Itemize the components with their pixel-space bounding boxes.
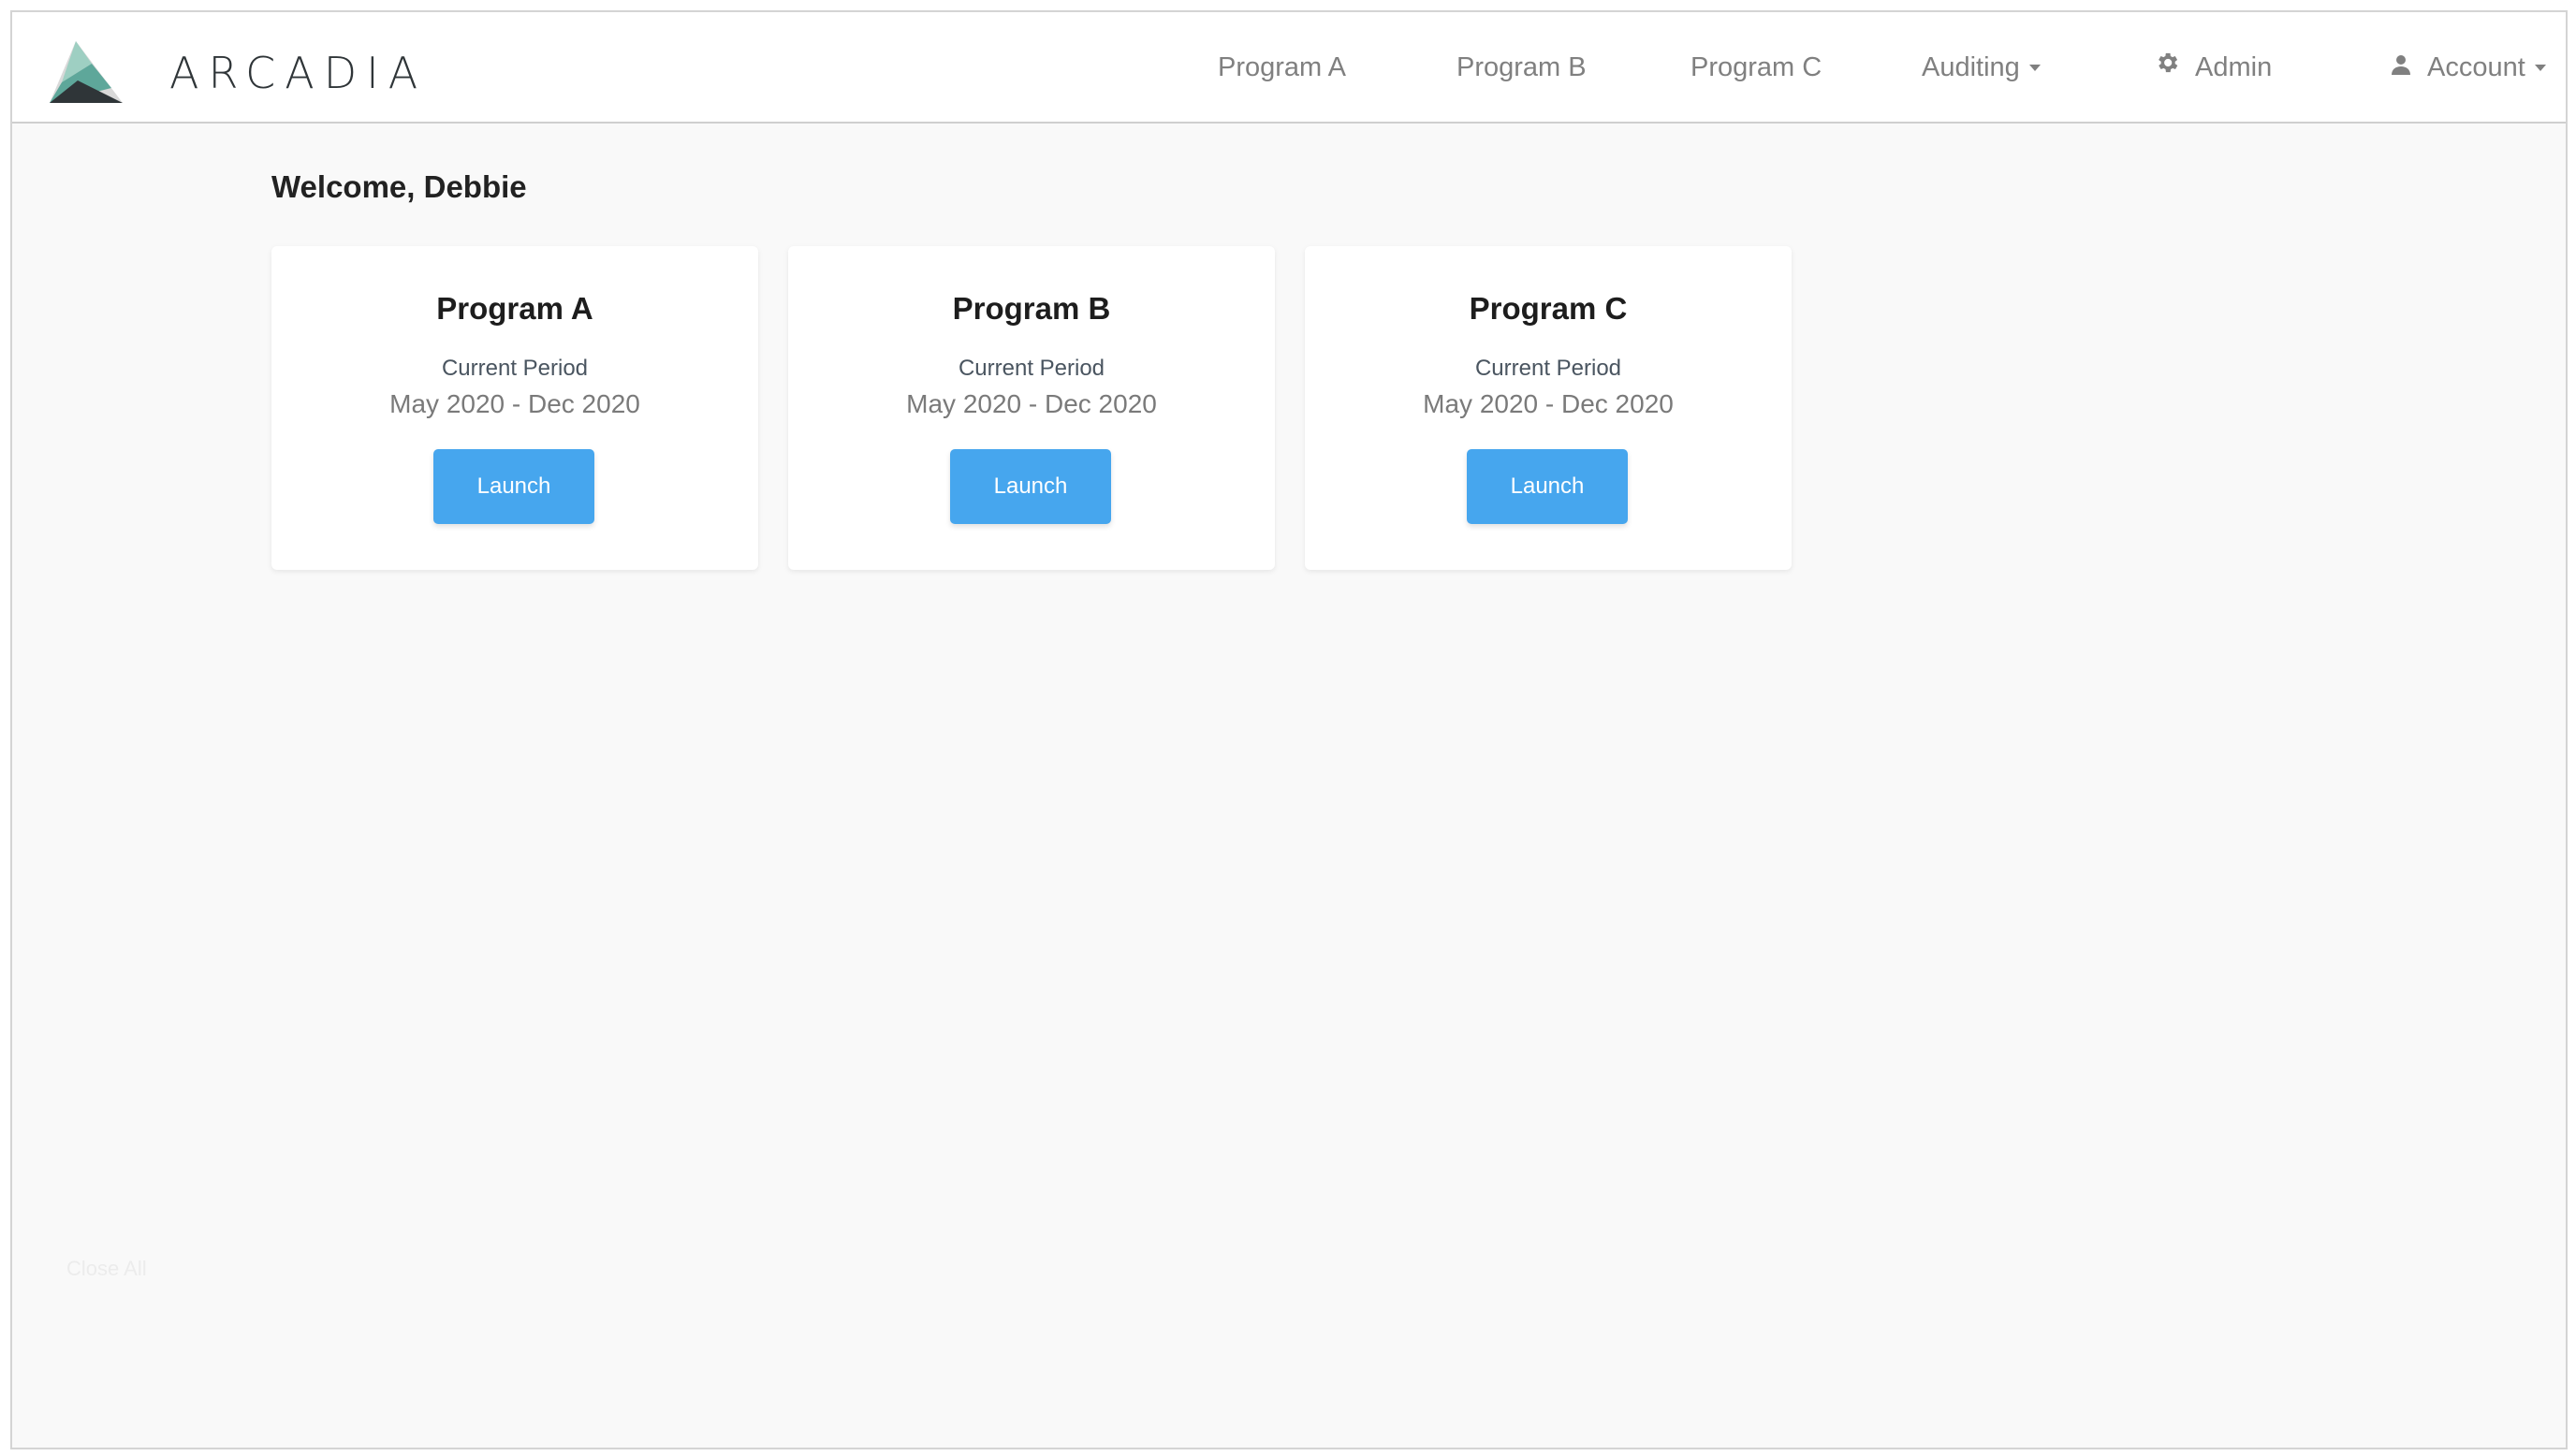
program-card: Program A Current Period May 2020 - Dec … <box>271 246 758 570</box>
nav-program-a[interactable]: Program A <box>1218 49 1346 86</box>
card-title: Program A <box>436 291 593 326</box>
launch-button[interactable]: Launch <box>950 449 1111 524</box>
card-title: Program B <box>952 291 1111 326</box>
nav-auditing-dropdown[interactable]: Auditing <box>1922 49 2041 86</box>
program-card: Program B Current Period May 2020 - Dec … <box>788 246 1275 570</box>
chevron-down-icon <box>2534 64 2546 71</box>
gear-icon <box>2154 49 2180 86</box>
card-period-label: Current Period <box>441 356 589 381</box>
welcome-heading: Welcome, Debbie <box>271 169 527 204</box>
top-navbar: ARCADIA Program A Program B Program C Au… <box>12 12 2566 124</box>
card-period-label: Current Period <box>958 356 1105 381</box>
nav-program-c-label: Program C <box>1690 52 1822 82</box>
nav-program-a-label: Program A <box>1218 52 1346 82</box>
nav-account-label: Account <box>2427 52 2525 82</box>
launch-button[interactable]: Launch <box>433 449 594 524</box>
launch-button[interactable]: Launch <box>1467 449 1628 524</box>
brand-name: ARCADIA <box>169 48 428 98</box>
card-period-value: May 2020 - Dec 2020 <box>389 389 640 418</box>
arcadia-mountain-icon <box>50 41 123 103</box>
card-period-value: May 2020 - Dec 2020 <box>1423 389 1674 418</box>
nav-auditing-label: Auditing <box>1922 52 2020 82</box>
card-period-label: Current Period <box>1474 356 1622 381</box>
nav-account-dropdown[interactable]: Account <box>2390 49 2546 86</box>
app-window: ARCADIA Program A Program B Program C Au… <box>10 10 2568 1449</box>
close-all-link[interactable]: Close All <box>66 1257 147 1281</box>
nav-admin-label: Admin <box>2195 52 2273 82</box>
card-title: Program C <box>1469 291 1628 326</box>
user-icon <box>2390 49 2412 86</box>
card-period-value: May 2020 - Dec 2020 <box>906 389 1157 418</box>
nav-program-c[interactable]: Program C <box>1690 49 1822 86</box>
nav-program-b-label: Program B <box>1456 52 1587 82</box>
program-card: Program C Current Period May 2020 - Dec … <box>1305 246 1792 570</box>
chevron-down-icon <box>2028 64 2041 71</box>
nav-program-b[interactable]: Program B <box>1456 49 1587 86</box>
nav-admin[interactable]: Admin <box>2154 49 2272 86</box>
